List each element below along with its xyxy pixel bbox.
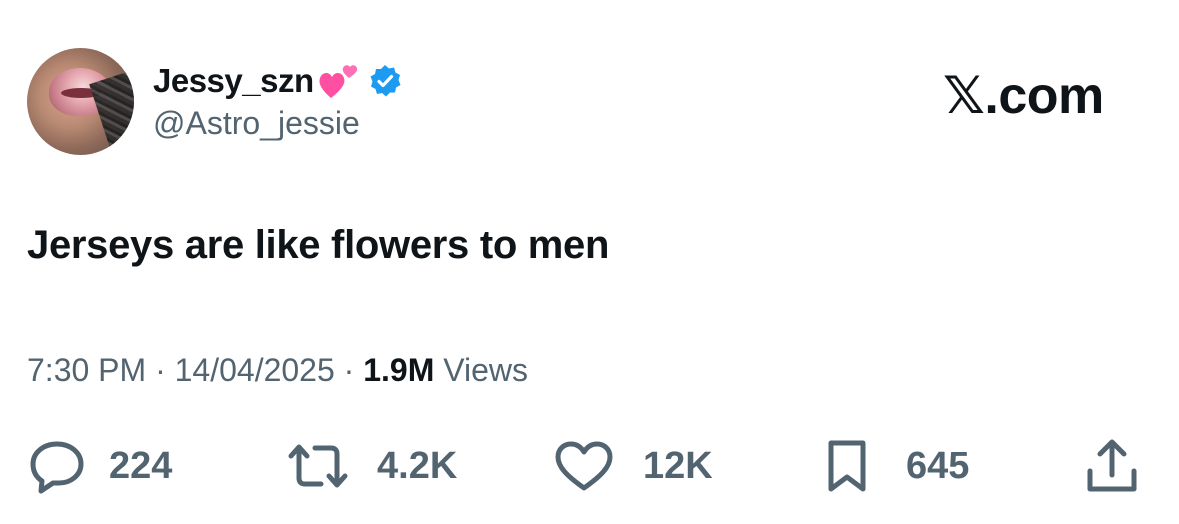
repost-count: 4.2K bbox=[377, 444, 458, 487]
tweet-text: Jerseys are like flowers to men bbox=[27, 223, 610, 267]
action-bar: 224 4.2K 12K 645 bbox=[0, 436, 1179, 496]
author-handle[interactable]: @Astro_jessie bbox=[153, 105, 360, 142]
avatar[interactable] bbox=[27, 48, 134, 155]
bookmark-icon bbox=[822, 437, 872, 495]
heart-icon bbox=[553, 438, 615, 494]
like-button[interactable]: 12K bbox=[553, 436, 713, 496]
views-count: 1.9M bbox=[363, 352, 435, 388]
share-icon bbox=[1082, 437, 1142, 495]
meta-separator: · bbox=[343, 352, 355, 388]
x-brand-logo: 𝕏.com bbox=[943, 67, 1104, 125]
repost-button[interactable]: 4.2K bbox=[285, 436, 457, 496]
views-label: Views bbox=[443, 352, 529, 388]
tweet-meta: 7:30 PM · 14/04/2025 · 1.9M Views bbox=[27, 352, 528, 389]
author-name-row: Jessy_szn bbox=[153, 62, 402, 100]
reply-count: 224 bbox=[109, 444, 173, 487]
like-count: 12K bbox=[643, 444, 713, 487]
tweet-date[interactable]: 14/04/2025 bbox=[175, 352, 335, 388]
share-button[interactable] bbox=[1082, 436, 1142, 496]
bookmark-button[interactable]: 645 bbox=[822, 436, 969, 496]
bookmark-count: 645 bbox=[906, 444, 970, 487]
meta-separator: · bbox=[155, 352, 166, 388]
author-display-name[interactable]: Jessy_szn bbox=[153, 62, 314, 100]
reply-icon bbox=[27, 438, 87, 494]
two-hearts-icon bbox=[318, 62, 360, 100]
reply-button[interactable]: 224 bbox=[27, 436, 172, 496]
tweet-time[interactable]: 7:30 PM bbox=[27, 352, 146, 388]
verified-badge-icon[interactable] bbox=[368, 64, 402, 98]
repost-icon bbox=[285, 438, 351, 494]
